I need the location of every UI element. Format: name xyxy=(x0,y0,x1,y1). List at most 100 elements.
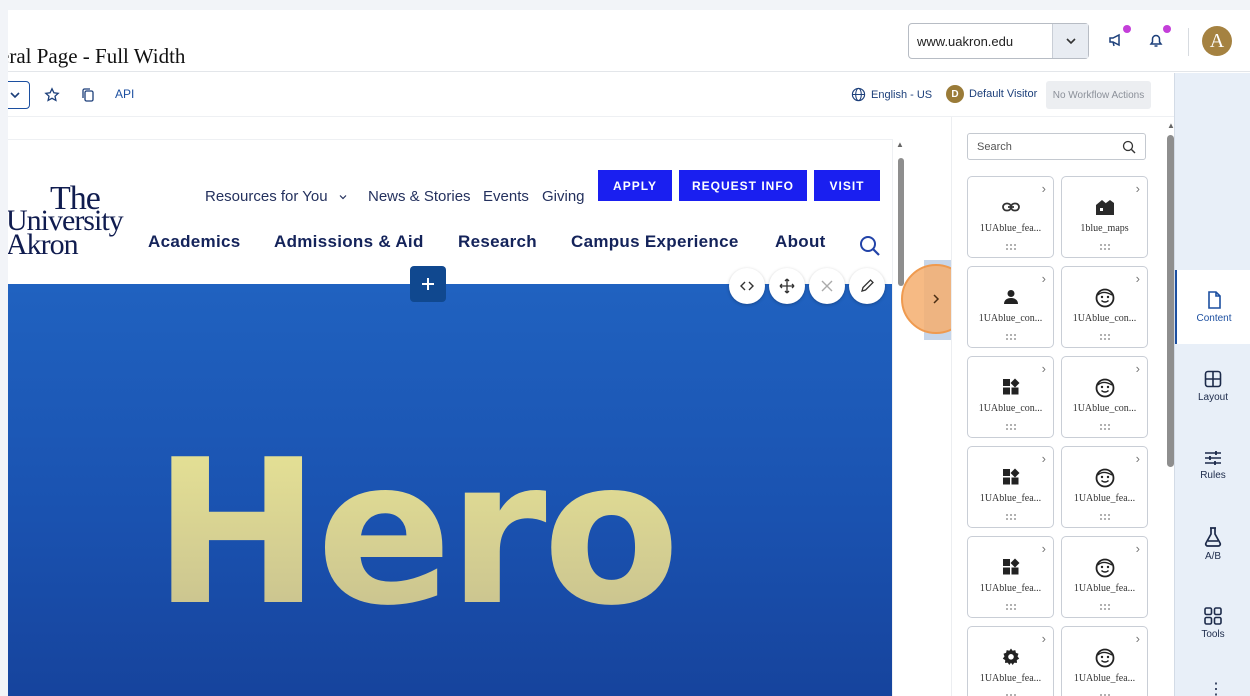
rail-rules[interactable]: Rules xyxy=(1175,428,1250,502)
remove-button[interactable] xyxy=(809,268,845,304)
component-search[interactable] xyxy=(967,133,1146,160)
component-card-label: 1UAblue_con... xyxy=(1072,313,1137,324)
more-options-icon[interactable]: ⋮ xyxy=(1208,681,1224,696)
view-dropdown-button[interactable] xyxy=(8,81,30,109)
component-card[interactable]: › 1UAblue_fea... xyxy=(1061,536,1148,618)
util-nav-resources[interactable]: Resources for You xyxy=(205,188,348,205)
chevron-down-icon[interactable] xyxy=(1052,24,1088,58)
drag-handle-icon[interactable] xyxy=(1099,243,1111,251)
rail-layout[interactable]: Layout xyxy=(1175,349,1250,423)
component-card[interactable]: › 1UAblue_fea... xyxy=(1061,626,1148,696)
visit-button[interactable]: VISIT xyxy=(814,170,880,201)
widgets-icon xyxy=(968,467,1053,489)
chevron-right-icon[interactable]: › xyxy=(1042,451,1046,466)
search-icon[interactable] xyxy=(858,234,882,258)
util-nav-giving[interactable]: Giving xyxy=(542,188,585,205)
workflow-actions-button[interactable]: No Workflow Actions xyxy=(1046,81,1151,109)
chevron-right-icon[interactable]: › xyxy=(1136,181,1140,196)
canvas-scrollbar[interactable]: ▲ xyxy=(896,140,906,696)
drag-handle-icon[interactable] xyxy=(1099,333,1111,341)
chevron-down-icon xyxy=(339,195,347,200)
right-rail: Content Layout Rules A/B Tools ⋮ xyxy=(1174,73,1250,696)
scroll-up-arrow-icon[interactable]: ▲ xyxy=(896,140,904,149)
component-card[interactable]: › 1UAblue_fea... xyxy=(1061,446,1148,528)
rail-label: Rules xyxy=(1200,470,1226,481)
main-nav-research[interactable]: Research xyxy=(458,232,537,252)
globe-icon xyxy=(851,87,866,102)
api-link[interactable]: API xyxy=(115,87,134,101)
plus-icon xyxy=(422,278,434,290)
util-nav-news[interactable]: News & Stories xyxy=(368,188,471,205)
component-card[interactable]: › 1UAblue_fea... xyxy=(967,536,1054,618)
component-card[interactable]: › 1UAblue_con... xyxy=(1061,356,1148,438)
face-icon xyxy=(1062,557,1147,579)
component-card[interactable]: › 1UAblue_con... xyxy=(1061,266,1148,348)
visitor-badge: D xyxy=(946,85,964,103)
chevron-right-icon[interactable]: › xyxy=(1042,361,1046,376)
drag-handle-icon[interactable] xyxy=(1099,513,1111,521)
search-icon[interactable] xyxy=(1122,140,1136,154)
star-icon[interactable] xyxy=(42,85,62,105)
panel-scroll-thumb[interactable] xyxy=(1167,135,1174,467)
notification-dot xyxy=(1123,25,1131,33)
drag-handle-icon[interactable] xyxy=(1005,603,1017,611)
add-component-button[interactable] xyxy=(410,266,446,302)
main-nav-academics[interactable]: Academics xyxy=(148,232,240,252)
chevron-right-icon[interactable]: › xyxy=(1136,451,1140,466)
code-view-button[interactable] xyxy=(729,268,765,304)
drag-handle-icon[interactable] xyxy=(1005,243,1017,251)
rail-content[interactable]: Content xyxy=(1175,270,1250,344)
component-card[interactable]: › 1UAblue_fea... xyxy=(967,626,1054,696)
component-card[interactable]: › 1UAblue_fea... xyxy=(967,446,1054,528)
main-nav-admissions[interactable]: Admissions & Aid xyxy=(274,232,424,252)
component-card-label: 1UAblue_fea... xyxy=(979,673,1042,684)
component-card-label: 1blue_maps xyxy=(1080,223,1129,234)
component-card[interactable]: › 1blue_maps xyxy=(1061,176,1148,258)
editor-frame: eral Page - Full Width www.uakron.edu A xyxy=(8,10,1250,696)
component-card[interactable]: › 1UAblue_fea... xyxy=(967,176,1054,258)
hero-section[interactable]: Hero xyxy=(8,284,892,696)
request-info-button[interactable]: REQUEST INFO xyxy=(679,170,807,201)
copy-icon[interactable] xyxy=(78,85,98,105)
rail-label: Content xyxy=(1196,313,1232,324)
canvas-scroll-thumb[interactable] xyxy=(898,158,904,286)
chevron-right-icon[interactable]: › xyxy=(1042,631,1046,646)
chevron-right-icon[interactable]: › xyxy=(1042,271,1046,286)
component-search-input[interactable] xyxy=(968,140,1122,153)
university-logo[interactable]: The University Akron xyxy=(8,180,146,261)
visitor-selector[interactable]: D Default Visitor xyxy=(946,85,1037,103)
drag-handle-icon[interactable] xyxy=(1005,423,1017,431)
code-icon xyxy=(740,281,754,291)
main-nav-campus-experience[interactable]: Campus Experience xyxy=(571,232,739,252)
chevron-right-icon[interactable]: › xyxy=(1042,181,1046,196)
site-select-value: www.uakron.edu xyxy=(917,33,1014,49)
chevron-right-icon[interactable]: › xyxy=(1136,541,1140,556)
widgets-icon xyxy=(968,377,1053,399)
component-card[interactable]: › 1UAblue_con... xyxy=(967,266,1054,348)
user-avatar[interactable]: A xyxy=(1202,26,1232,56)
edit-button[interactable] xyxy=(849,268,885,304)
rail-ab[interactable]: A/B xyxy=(1175,507,1250,581)
apply-button[interactable]: APPLY xyxy=(598,170,672,201)
util-nav-events[interactable]: Events xyxy=(483,188,529,205)
page-title: eral Page - Full Width xyxy=(8,44,186,68)
megaphone-icon[interactable] xyxy=(1104,25,1131,52)
component-card-label: 1UAblue_con... xyxy=(978,403,1043,414)
drag-handle-icon[interactable] xyxy=(1005,513,1017,521)
language-selector[interactable]: English - US xyxy=(851,87,932,102)
rail-tools[interactable]: Tools xyxy=(1175,586,1250,660)
drag-handle-icon[interactable] xyxy=(1099,423,1111,431)
component-card[interactable]: › 1UAblue_con... xyxy=(967,356,1054,438)
chevron-right-icon[interactable]: › xyxy=(1042,541,1046,556)
face-icon xyxy=(1062,467,1147,489)
drag-handle-icon[interactable] xyxy=(1099,603,1111,611)
component-card-label: 1UAblue_fea... xyxy=(1073,493,1136,504)
drag-handle-icon[interactable] xyxy=(1005,333,1017,341)
chevron-right-icon[interactable]: › xyxy=(1136,361,1140,376)
main-nav-about[interactable]: About xyxy=(775,232,826,252)
chevron-right-icon[interactable]: › xyxy=(1136,271,1140,286)
bell-icon[interactable] xyxy=(1144,25,1171,52)
move-button[interactable] xyxy=(769,268,805,304)
site-select[interactable]: www.uakron.edu xyxy=(908,23,1089,59)
chevron-right-icon[interactable]: › xyxy=(1136,631,1140,646)
